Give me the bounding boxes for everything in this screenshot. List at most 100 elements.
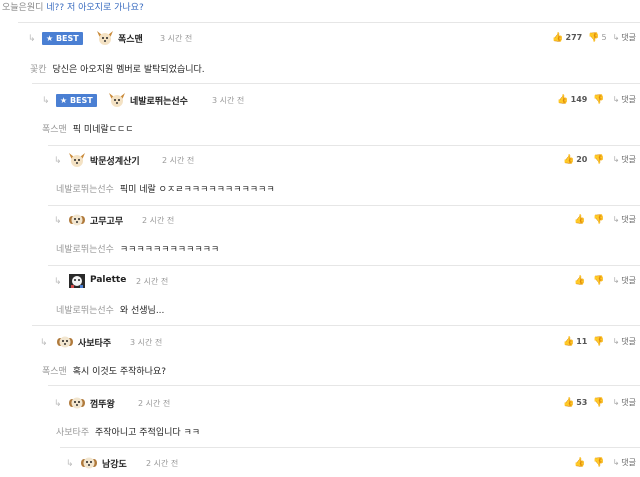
dog-avatar[interactable]: [68, 152, 86, 168]
parent-comment-prefix: 오늘은원디: [2, 3, 44, 13]
comment-header: ↳ 고무고무 2 시간 전 👍 👎 ↳ 댓글: [54, 210, 640, 234]
comment-actions: 👍 👎 ↳ 댓글: [574, 457, 636, 468]
comment-item: ↳ 남강도 2 시간 전 👍 👎 ↳ 댓글: [66, 453, 640, 470]
reply-button[interactable]: 댓글: [621, 214, 636, 225]
puppy-avatar[interactable]: [68, 212, 86, 228]
separator: [48, 145, 640, 146]
thumbs-up-icon[interactable]: 👍: [574, 276, 585, 286]
separator: [32, 83, 640, 84]
comment-item: ↳ 사보타주 3 시간 전 👍 11 👎 ↳ 댓글 폭스맨 혹시 이것도 주작하…: [40, 332, 640, 384]
comment-body: 픽미 네랄 ㅇㅈㄹㅋㅋㅋㅋㅋㅋㅋㅋㅋㅋㅋ: [119, 185, 275, 195]
reply-icon: ↳: [612, 155, 620, 164]
parent-comment-link[interactable]: 네?? 저 아오지로 가나요?: [46, 3, 143, 13]
comment-item: ↳ ★ BEST 폭스맨 3 시간 전 👍 277 👎 5 ↳ 댓글 꽃칸 당신…: [28, 28, 640, 80]
comment-header: ↳ 사보타주 3 시간 전 👍 11 👎 ↳ 댓글: [40, 332, 640, 356]
upvote-count: 277: [565, 33, 583, 42]
thumbs-up-icon[interactable]: 👍: [563, 155, 574, 165]
comment-author[interactable]: 폭스맨: [118, 32, 143, 45]
reply-icon: ↳: [612, 215, 620, 224]
comment-time: 2 시간 전: [142, 216, 175, 225]
comment-author[interactable]: 고무고무: [90, 214, 123, 227]
thumbs-down-icon[interactable]: 👎: [593, 215, 604, 225]
comment-text: 폭스맨 혹시 이것도 주작하나요?: [42, 364, 166, 377]
comment-item: ↳ 껌뚜왕 2 시간 전 👍 53 👎 ↳ 댓글 사보타주 주작아니고 주적입니…: [54, 393, 640, 445]
thumbs-up-icon[interactable]: 👍: [563, 398, 574, 408]
reply-icon: ↳: [612, 276, 620, 285]
best-badge: ★ BEST: [56, 94, 97, 107]
reply-arrow-icon: ↳: [28, 34, 36, 44]
separator: [32, 325, 640, 326]
comment-time: 2 시간 전: [138, 399, 171, 408]
thumbs-down-icon[interactable]: 👎: [593, 95, 604, 105]
comment-actions: 👍 11 👎 ↳ 댓글: [563, 336, 636, 347]
thumbs-up-icon[interactable]: 👍: [574, 458, 585, 468]
reply-arrow-icon: ↳: [42, 96, 50, 106]
comment-body: 와 선생님...: [119, 306, 165, 316]
comment-actions: 👍 53 👎 ↳ 댓글: [563, 397, 636, 408]
thumbs-down-icon[interactable]: 👎: [593, 276, 604, 286]
comment-item: ↳ 박문성계산기 2 시간 전 👍 20 👎 ↳ 댓글 네발로뛰는선수 픽미 네…: [54, 150, 640, 202]
reply-button[interactable]: 댓글: [621, 94, 636, 105]
reply-button[interactable]: 댓글: [621, 32, 636, 43]
reply-button[interactable]: 댓글: [621, 154, 636, 165]
thumbs-down-icon[interactable]: 👎: [588, 33, 599, 43]
reply-arrow-icon: ↳: [54, 156, 62, 166]
reply-button[interactable]: 댓글: [621, 336, 636, 347]
comment-body: ㅋㅋㅋㅋㅋㅋㅋㅋㅋㅋㅋㅋ: [119, 245, 220, 255]
reply-icon: ↳: [612, 337, 620, 346]
parent-comment-snippet: 오늘은원디 네?? 저 아오지로 가나요?: [2, 0, 144, 13]
comment-author[interactable]: 박문성계산기: [90, 154, 140, 167]
comment-body: 픽 미네랄ㄷㄷㄷ: [72, 125, 134, 135]
palette-avatar[interactable]: [68, 273, 86, 289]
puppy-avatar[interactable]: [80, 455, 98, 471]
reply-icon: ↳: [612, 398, 620, 407]
reply-icon: ↳: [612, 458, 620, 467]
thumbs-down-icon[interactable]: 👎: [593, 458, 604, 468]
comment-header: ↳ 남강도 2 시간 전 👍 👎 ↳ 댓글: [66, 453, 640, 477]
comment-body: 주작아니고 주적입니다 ㅋㅋ: [95, 428, 201, 438]
reply-arrow-icon: ↳: [54, 216, 62, 226]
comment-author[interactable]: 남강도: [102, 457, 127, 470]
comment-time: 2 시간 전: [136, 277, 169, 286]
thumbs-down-icon[interactable]: 👎: [593, 398, 604, 408]
puppy-avatar[interactable]: [56, 334, 74, 350]
dog-avatar[interactable]: [96, 30, 114, 46]
thumbs-down-icon[interactable]: 👎: [593, 337, 604, 347]
comment-actions: 👍 149 👎 ↳ 댓글: [557, 94, 636, 105]
puppy-avatar[interactable]: [68, 395, 86, 411]
separator: [48, 205, 640, 206]
comment-text: 네발로뛰는선수 ㅋㅋㅋㅋㅋㅋㅋㅋㅋㅋㅋㅋ: [56, 242, 219, 255]
separator: [48, 265, 640, 266]
reply-icon: ↳: [612, 33, 620, 42]
dog-avatar[interactable]: [108, 92, 126, 108]
comment-header: ↳ ★ BEST 폭스맨 3 시간 전 👍 277 👎 5 ↳ 댓글: [28, 28, 640, 52]
reply-button[interactable]: 댓글: [621, 275, 636, 286]
comment-text: 꽃칸 당신은 아오지원 멤버로 발탁되었습니다.: [30, 62, 205, 75]
comment-body: 당신은 아오지원 멤버로 발탁되었습니다.: [52, 65, 205, 75]
comment-author[interactable]: 네발로뛰는선수: [130, 94, 188, 107]
comment-item: ↳ ★ BEST 네발로뛰는선수 3 시간 전 👍 149 👎 ↳ 댓글 폭스맨…: [42, 90, 640, 142]
comment-actions: 👍 👎 ↳ 댓글: [574, 275, 636, 286]
comment-author[interactable]: 사보타주: [78, 336, 111, 349]
thumbs-up-icon[interactable]: 👍: [574, 215, 585, 225]
thumbs-up-icon[interactable]: 👍: [557, 95, 568, 105]
reply-button[interactable]: 댓글: [621, 457, 636, 468]
thumbs-up-icon[interactable]: 👍: [563, 337, 574, 347]
best-badge: ★ BEST: [42, 32, 83, 45]
comment-author[interactable]: Palette: [90, 275, 126, 285]
comment-time: 2 시간 전: [146, 459, 179, 468]
comment-actions: 👍 20 👎 ↳ 댓글: [563, 154, 636, 165]
comment-actions: 👍 277 👎 5 ↳ 댓글: [552, 32, 636, 43]
thumbs-up-icon[interactable]: 👍: [552, 33, 563, 43]
comment-time: 3 시간 전: [212, 96, 245, 105]
thumbs-down-icon[interactable]: 👎: [593, 155, 604, 165]
upvote-count: 20: [576, 155, 588, 164]
reply-target: 폭스맨: [42, 125, 67, 135]
separator: [60, 447, 640, 448]
reply-icon: ↳: [612, 95, 620, 104]
reply-button[interactable]: 댓글: [621, 397, 636, 408]
comment-author[interactable]: 껌뚜왕: [90, 397, 115, 410]
reply-target: 사보타주: [56, 428, 90, 438]
comment-time: 3 시간 전: [160, 34, 193, 43]
reply-target: 네발로뛰는선수: [56, 306, 114, 316]
